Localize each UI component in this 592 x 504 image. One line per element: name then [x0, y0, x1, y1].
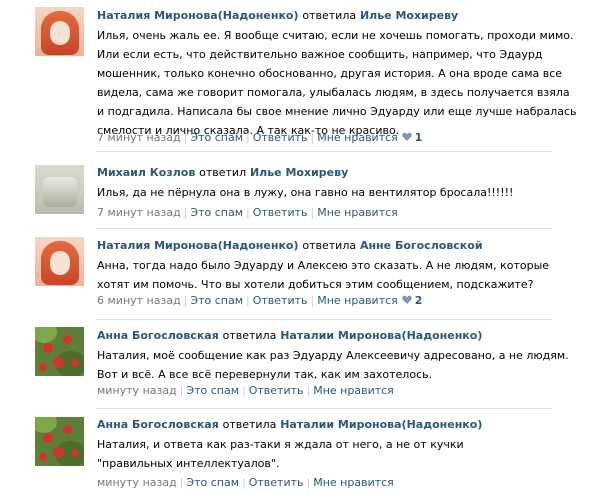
- author-link[interactable]: Наталия Миронова(Надоненко): [97, 239, 299, 252]
- avatar-face: [50, 21, 70, 45]
- reply-verb: ответила: [222, 418, 277, 431]
- comment: Анна Богословская ответила Наталии Мирон…: [0, 410, 592, 504]
- avatar-flower: [43, 343, 53, 353]
- comment-text: Наталия, моё сообщение как раз Эдуарду А…: [97, 349, 569, 381]
- avatar-flower: [39, 453, 47, 461]
- author-link[interactable]: Анна Богословская: [97, 329, 219, 342]
- heart-icon[interactable]: [402, 295, 412, 305]
- author-link[interactable]: Михаил Козлов: [97, 166, 195, 179]
- avatar-photo: [43, 177, 77, 207]
- comment-text: Анна, тогда надо было Эдуарду и Алексею …: [97, 259, 550, 291]
- like-link[interactable]: Мне нравится: [317, 294, 398, 307]
- reply-verb: ответила: [222, 329, 277, 342]
- divider: [96, 151, 552, 152]
- avatar-flower: [53, 357, 64, 368]
- comment: Наталия Миронова(Надоненко) ответила Иль…: [0, 0, 592, 152]
- comment-text: Илья, да не пёрнула она в лужу, она гавн…: [97, 186, 514, 199]
- heart-icon[interactable]: [402, 132, 412, 142]
- comment-header: Михаил Козлов ответил Илье Мохиреву: [97, 166, 348, 179]
- avatar[interactable]: [35, 165, 84, 214]
- avatar-flower: [63, 335, 72, 344]
- comment: Анна Богословская ответила Наталии Мирон…: [0, 320, 592, 409]
- reply-verb: ответила: [302, 9, 357, 22]
- avatar[interactable]: [35, 7, 84, 56]
- divider: [96, 408, 552, 409]
- reply-target-link[interactable]: Наталии Миронова(Надоненко): [280, 329, 482, 342]
- reply-target-link[interactable]: Анне Богословской: [360, 239, 483, 252]
- timestamp[interactable]: минуту назад: [97, 476, 177, 489]
- reply-link[interactable]: Ответить: [253, 131, 308, 144]
- like-link[interactable]: Мне нравится: [313, 476, 394, 489]
- comment: Михаил Козлов ответил Илье Мохиреву Илья…: [0, 153, 592, 229]
- divider: [96, 228, 552, 229]
- timestamp[interactable]: 6 минут назад: [97, 294, 181, 307]
- avatar-flower: [71, 449, 79, 457]
- reply-link[interactable]: Ответить: [249, 384, 304, 397]
- like-link[interactable]: Мне нравится: [317, 131, 398, 144]
- author-link[interactable]: Наталия Миронова(Надоненко): [97, 9, 299, 22]
- spam-link[interactable]: Это спам: [190, 294, 243, 307]
- timestamp[interactable]: минуту назад: [97, 384, 177, 397]
- reply-link[interactable]: Ответить: [249, 476, 304, 489]
- comment-actions: 7 минут назад | Это спам | Ответить | Мне нрав…: [97, 131, 423, 144]
- reply-verb: ответила: [302, 239, 357, 252]
- spam-link[interactable]: Это спам: [190, 131, 243, 144]
- like-count: 2: [414, 294, 423, 307]
- avatar-flower: [71, 359, 79, 367]
- reply-target-link[interactable]: Илье Мохиреву: [250, 166, 348, 179]
- comment-header: Наталия Миронова(Надоненко) ответила Анн…: [97, 239, 483, 252]
- avatar-flower: [43, 433, 53, 443]
- spam-link[interactable]: Это спам: [186, 476, 239, 489]
- author-link[interactable]: Анна Богословская: [97, 418, 219, 431]
- avatar-leaf: [35, 327, 57, 343]
- avatar-flower: [53, 447, 64, 458]
- avatar[interactable]: [35, 417, 84, 466]
- reply-target-link[interactable]: Наталии Миронова(Надоненко): [280, 418, 482, 431]
- avatar[interactable]: [35, 327, 84, 376]
- reply-link[interactable]: Ответить: [253, 206, 308, 219]
- comment-text: Наталия, и ответа как раз-таки я ждала о…: [97, 438, 464, 470]
- avatar[interactable]: [35, 237, 84, 286]
- avatar-leaf: [35, 417, 57, 433]
- like-link[interactable]: Мне нравится: [317, 206, 398, 219]
- comment-text: Илья, очень жаль ее. Я вообще считаю, ес…: [97, 29, 577, 137]
- comment: Наталия Миронова(Надоненко) ответила Анн…: [0, 230, 592, 320]
- comment-header: Наталия Миронова(Надоненко) ответила Иль…: [97, 9, 458, 22]
- reply-link[interactable]: Ответить: [253, 294, 308, 307]
- reply-verb: ответил: [199, 166, 247, 179]
- comment-actions: 7 минут назад | Это спам | Ответить | Мне нрав…: [97, 206, 398, 219]
- comment-actions: минуту назад | Это спам | Ответить | Мне нрави…: [97, 476, 394, 489]
- avatar-flower: [63, 425, 72, 434]
- reply-target-link[interactable]: Илье Мохиреву: [360, 9, 458, 22]
- like-count: 1: [414, 131, 423, 144]
- spam-link[interactable]: Это спам: [186, 384, 239, 397]
- comment-actions: минуту назад | Это спам | Ответить | Мне нрави…: [97, 384, 394, 397]
- comment-header: Анна Богословская ответила Наталии Мирон…: [97, 329, 482, 342]
- comment-actions: 6 минут назад | Это спам | Ответить | Мне нрав…: [97, 294, 423, 307]
- timestamp[interactable]: 7 минут назад: [97, 131, 181, 144]
- comment-header: Анна Богословская ответила Наталии Мирон…: [97, 418, 482, 431]
- spam-link[interactable]: Это спам: [190, 206, 243, 219]
- timestamp[interactable]: 7 минут назад: [97, 206, 181, 219]
- like-link[interactable]: Мне нравится: [313, 384, 394, 397]
- avatar-flower: [39, 363, 47, 371]
- avatar-face: [50, 251, 70, 275]
